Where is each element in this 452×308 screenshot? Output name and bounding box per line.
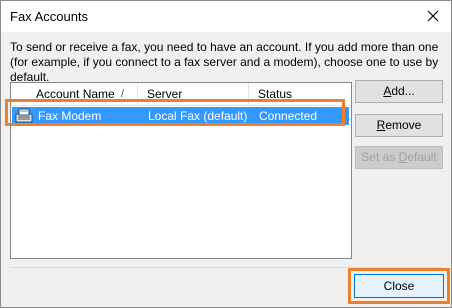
selected-row-highlight <box>5 99 345 126</box>
remove-button-suffix: emove <box>385 118 422 132</box>
set-as-default-button[interactable]: Set as Default <box>355 146 443 169</box>
description-text: To send or receive a fax, you need to ha… <box>10 40 439 84</box>
close-window-button[interactable] <box>419 3 447 29</box>
add-button-suffix: dd... <box>391 84 415 98</box>
close-icon <box>427 10 439 22</box>
remove-button[interactable]: Remove <box>355 114 443 137</box>
fax-accounts-dialog: Fax Accounts To send or receive a fax, y… <box>0 0 452 308</box>
window-title: Fax Accounts <box>10 9 89 24</box>
add-button[interactable]: Add... <box>355 80 443 103</box>
title-bar: Fax Accounts <box>1 1 451 32</box>
set-default-prefix: Set as <box>361 150 399 164</box>
set-default-suffix: efault <box>407 150 437 164</box>
remove-button-mnemonic: R <box>376 118 386 132</box>
close-button-highlight <box>348 268 450 304</box>
